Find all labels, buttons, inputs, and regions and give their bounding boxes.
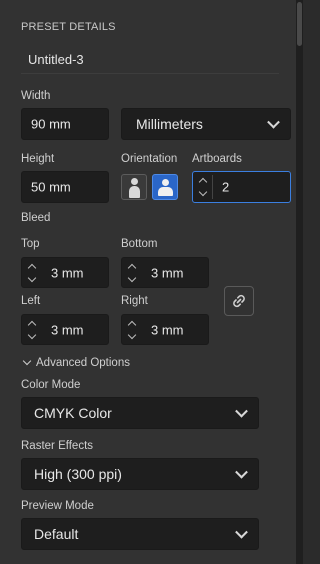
stepper-icon[interactable] <box>127 262 139 284</box>
stepper-icon[interactable] <box>27 319 39 341</box>
preset-name-field[interactable]: Untitled-3 <box>21 46 279 74</box>
bleed-bottom-input[interactable]: 3 mm <box>121 257 209 288</box>
bleed-left-value: 3 mm <box>51 322 84 337</box>
width-label: Width <box>21 90 51 102</box>
preview-mode-label: Preview Mode <box>21 500 94 512</box>
bleed-bottom-value: 3 mm <box>151 265 184 280</box>
height-label: Height <box>21 153 55 165</box>
bleed-label: Bleed <box>21 212 51 224</box>
chevron-down-icon <box>267 115 280 129</box>
width-value: 90 mm <box>31 116 71 132</box>
units-value: Millimeters <box>136 116 203 132</box>
chevron-down-icon <box>235 465 248 479</box>
raster-effects-value: High (300 ppi) <box>34 466 122 482</box>
bleed-top-label: Top <box>21 238 40 250</box>
chevron-down-icon <box>235 404 248 418</box>
artboards-label: Artboards <box>192 153 242 165</box>
chevron-down-icon[interactable] <box>22 356 32 366</box>
stepper-divider <box>212 175 213 199</box>
section-title: PRESET DETAILS <box>21 21 116 33</box>
width-input[interactable]: 90 mm <box>21 108 109 140</box>
preview-mode-value: Default <box>34 526 79 542</box>
bleed-right-value: 3 mm <box>151 322 184 337</box>
bleed-bottom-label: Bottom <box>121 238 158 250</box>
artboards-input[interactable]: 2 <box>192 171 291 203</box>
artboards-value: 2 <box>222 179 230 195</box>
height-value: 50 mm <box>31 179 71 195</box>
color-mode-label: Color Mode <box>21 379 81 391</box>
preset-details-panel: PRESET DETAILS Untitled-3 Width 90 mm Mi… <box>0 0 296 564</box>
scrollbar-thumb[interactable] <box>297 2 302 46</box>
raster-effects-dropdown[interactable]: High (300 ppi) <box>21 458 259 490</box>
advanced-options-toggle[interactable]: Advanced Options <box>36 357 130 369</box>
height-input[interactable]: 50 mm <box>21 171 109 203</box>
link-bleed-button[interactable] <box>224 286 254 316</box>
bleed-left-label: Left <box>21 295 41 307</box>
stepper-icon[interactable] <box>127 319 139 341</box>
orientation-label: Orientation <box>121 153 178 165</box>
chevron-down-icon <box>235 525 248 539</box>
stepper-icon[interactable] <box>198 176 210 198</box>
bleed-right-input[interactable]: 3 mm <box>121 314 209 345</box>
bleed-right-label: Right <box>121 295 148 307</box>
color-mode-value: CMYK Color <box>34 405 112 421</box>
raster-effects-label: Raster Effects <box>21 440 94 452</box>
landscape-button[interactable] <box>152 174 178 200</box>
link-icon <box>233 294 245 308</box>
bleed-top-input[interactable]: 3 mm <box>21 257 109 288</box>
stepper-icon[interactable] <box>27 262 39 284</box>
units-dropdown[interactable]: Millimeters <box>121 108 291 140</box>
bleed-top-value: 3 mm <box>51 265 84 280</box>
color-mode-dropdown[interactable]: CMYK Color <box>21 397 259 429</box>
portrait-button[interactable] <box>121 174 147 200</box>
scrollbar[interactable] <box>296 0 303 564</box>
preview-mode-dropdown[interactable]: Default <box>21 518 259 550</box>
bleed-left-input[interactable]: 3 mm <box>21 314 109 345</box>
